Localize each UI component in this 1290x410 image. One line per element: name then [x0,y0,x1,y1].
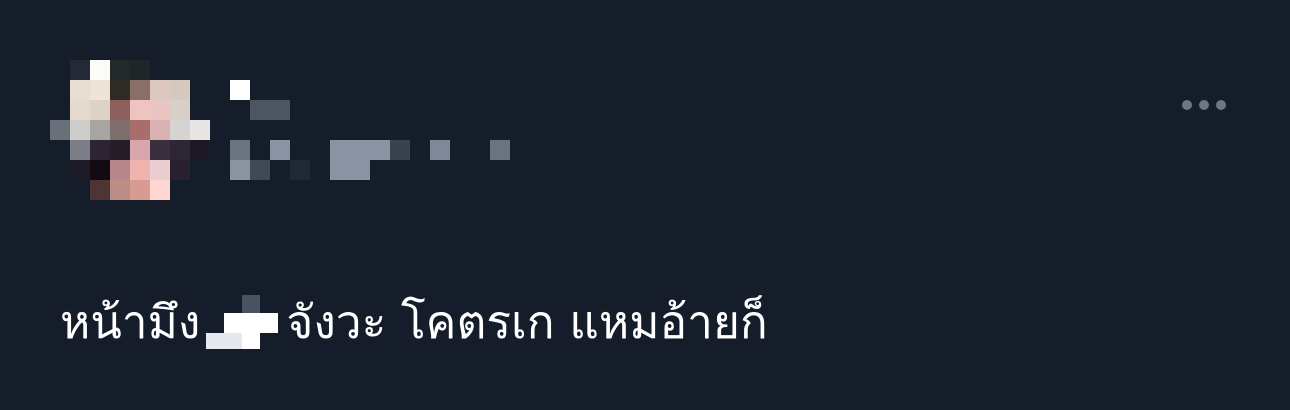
avatar-pixel [190,60,210,80]
avatar-pixel [110,120,130,140]
avatar-pixel [90,120,110,140]
avatar-pixel [90,80,110,100]
avatar-pixel [170,100,190,120]
censored-word [206,295,280,349]
avatar-pixel [170,140,190,160]
avatar-pixel [110,80,130,100]
avatar-pixel [170,120,190,140]
post-text-before: หน้ามึง [60,294,201,349]
avatar-pixel [70,160,90,180]
avatar-pixel [170,60,190,80]
avatar-pixel [170,80,190,100]
more-options-button[interactable] [1176,92,1232,118]
name-pixel [250,160,270,180]
avatar-pixel [130,160,150,180]
avatar-pixel [190,180,210,200]
name-pixel [230,80,250,100]
avatar-pixel [190,160,210,180]
author-name-censored[interactable] [230,80,530,180]
avatar-pixel [150,100,170,120]
avatar-pixel [70,180,90,200]
avatar-pixel [190,120,210,140]
avatar-pixel [150,140,170,160]
avatar-pixel [150,80,170,100]
avatar-pixel [130,140,150,160]
avatar-pixel [90,60,110,80]
avatar-pixel [130,120,150,140]
avatar-pixel [130,60,150,80]
avatar-pixel [150,120,170,140]
avatar-pixel [190,80,210,100]
avatar-pixel [70,80,90,100]
name-pixel [230,140,250,160]
name-pixel [250,100,290,120]
avatar-pixel [150,160,170,180]
avatar-pixel [170,160,190,180]
avatar-pixel [70,60,90,80]
avatar[interactable] [50,60,210,200]
avatar-pixel [90,100,110,120]
more-dot-icon [1216,100,1226,110]
post-body: หน้ามึง จังวะ โคตรเก แหมอ้ายก็ [60,286,768,358]
name-pixel [430,140,450,160]
avatar-pixel [130,80,150,100]
avatar-pixel [50,140,70,160]
post-card: หน้ามึง จังวะ โคตรเก แหมอ้ายก็ [0,0,1290,410]
avatar-pixel [90,180,110,200]
avatar-pixel [130,180,150,200]
avatar-pixel [50,60,70,80]
avatar-pixel [170,180,190,200]
avatar-pixel [90,140,110,160]
avatar-pixel [190,140,210,160]
avatar-pixel [50,80,70,100]
name-pixel [290,160,310,180]
avatar-pixel [150,180,170,200]
avatar-pixel [50,100,70,120]
avatar-pixel [150,60,170,80]
name-pixel [390,140,410,160]
avatar-pixel [70,140,90,160]
avatar-pixel [90,160,110,180]
avatar-pixel [110,160,130,180]
avatar-pixel [110,100,130,120]
name-pixel [330,160,370,180]
avatar-pixel [190,100,210,120]
avatar-pixel [70,100,90,120]
avatar-pixel [50,180,70,200]
name-pixel [490,140,510,160]
more-dot-icon [1182,100,1192,110]
post-text-after: จังวะ โคตรเก แหมอ้ายก็ [286,294,768,349]
name-pixel [230,160,250,180]
avatar-pixel [110,60,130,80]
name-pixel [330,140,390,160]
avatar-pixel [110,180,130,200]
avatar-pixel [70,120,90,140]
avatar-pixel [110,140,130,160]
avatar-pixel [130,100,150,120]
more-dot-icon [1199,100,1209,110]
avatar-pixel [50,160,70,180]
avatar-pixel [50,120,70,140]
name-pixel [270,140,290,160]
